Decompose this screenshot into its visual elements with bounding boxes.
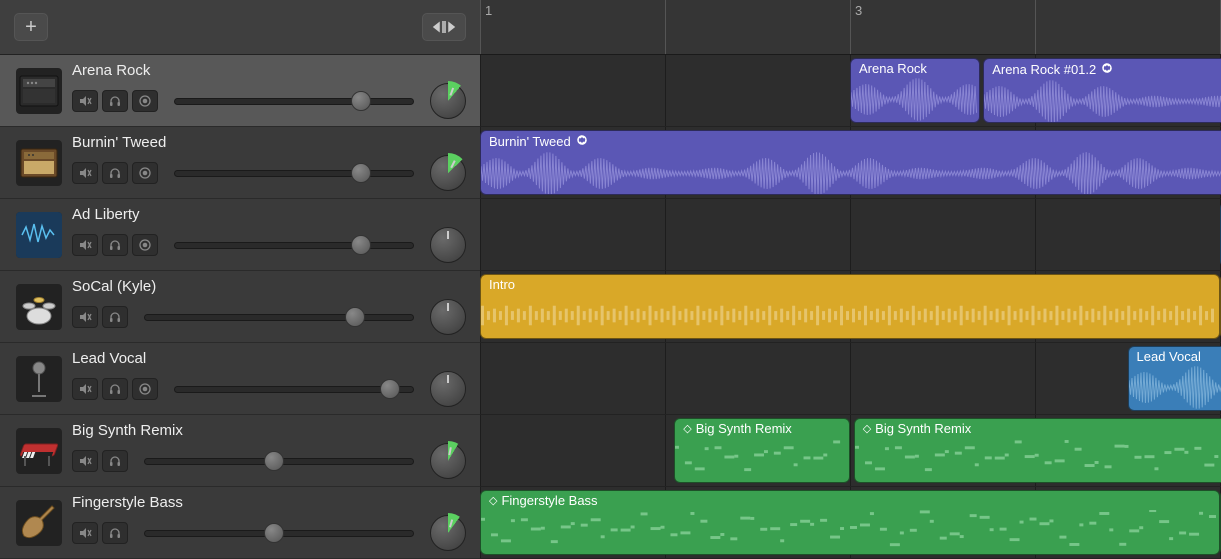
mute-button[interactable]: [72, 306, 98, 328]
track-name: Arena Rock: [72, 62, 466, 79]
region[interactable]: Intro: [480, 274, 1220, 339]
region-header: Arena Rock: [851, 59, 979, 78]
region-label: Arena Rock #01.2: [992, 62, 1096, 77]
region-header: ◇Fingerstyle Bass: [481, 491, 1219, 510]
timeline-row[interactable]: ◇Fingerstyle Bass◇Fingerstyle Bass: [480, 487, 1221, 559]
solo-button[interactable]: [102, 90, 128, 112]
track-header[interactable]: Burnin' Tweed: [0, 127, 480, 199]
track-header[interactable]: Ad Liberty: [0, 199, 480, 271]
solo-button[interactable]: [102, 234, 128, 256]
mute-button[interactable]: [72, 90, 98, 112]
record-enable-button[interactable]: [132, 378, 158, 400]
track-name: Burnin' Tweed: [72, 134, 466, 151]
region-header: Lead Vocal: [1129, 347, 1221, 366]
region[interactable]: Lead Vocal: [1128, 346, 1221, 411]
region-header: ◇Big Synth Remix: [675, 419, 849, 438]
track-icon: [16, 212, 62, 258]
track-header[interactable]: Fingerstyle Bass: [0, 487, 480, 559]
region[interactable]: ◇Big Synth Remix: [674, 418, 850, 483]
region-header: Burnin' Tweed: [481, 131, 1221, 152]
record-enable-button[interactable]: [132, 162, 158, 184]
timeline-row[interactable]: ◇Big Synth Remix ◇Big Synth Remix: [480, 415, 1221, 487]
region-header: ◇Big Synth Remix: [855, 419, 1221, 438]
timeline-row[interactable]: 3Ad Liberty: Toma 3 (3 tomas): [480, 199, 1221, 271]
track-header[interactable]: Big Synth Remix: [0, 415, 480, 487]
track-name: Lead Vocal: [72, 350, 466, 367]
region-header: Arena Rock #01.2: [984, 59, 1221, 80]
region[interactable]: Burnin' Tweed: [480, 130, 1221, 195]
region-label: Fingerstyle Bass: [501, 493, 597, 508]
track-name: SoCal (Kyle): [72, 278, 466, 295]
timeline[interactable]: 1357 Arena RockArena Rock #01.2Burnin' T…: [480, 0, 1221, 559]
pan-knob[interactable]: [430, 155, 466, 191]
volume-slider[interactable]: [174, 91, 414, 111]
timeline-row[interactable]: Burnin' Tweed: [480, 127, 1221, 199]
track-header[interactable]: SoCal (Kyle): [0, 271, 480, 343]
region-header: Intro: [481, 275, 1219, 294]
pan-knob[interactable]: [430, 371, 466, 407]
region-label: Lead Vocal: [1137, 349, 1201, 364]
horizontal-zoom-button[interactable]: [422, 13, 466, 41]
record-enable-button[interactable]: [132, 234, 158, 256]
solo-button[interactable]: [102, 306, 128, 328]
toolbar: +: [0, 0, 480, 55]
track-icon: [16, 68, 62, 114]
volume-slider[interactable]: [174, 163, 414, 183]
track-name: Ad Liberty: [72, 206, 466, 223]
region-label: Intro: [489, 277, 515, 292]
ruler[interactable]: 1357: [480, 0, 1221, 55]
volume-slider[interactable]: [144, 523, 414, 543]
track-icon: [16, 500, 62, 546]
mute-button[interactable]: [72, 162, 98, 184]
volume-slider[interactable]: [144, 451, 414, 471]
track-name: Fingerstyle Bass: [72, 494, 466, 511]
solo-button[interactable]: [102, 378, 128, 400]
region-label: Big Synth Remix: [875, 421, 971, 436]
region-label: Burnin' Tweed: [489, 134, 571, 149]
timeline-row[interactable]: Lead VocalLead: [480, 343, 1221, 415]
volume-slider[interactable]: [144, 307, 414, 327]
region-label: Arena Rock: [859, 61, 927, 76]
volume-slider[interactable]: [174, 235, 414, 255]
region[interactable]: Arena Rock: [850, 58, 980, 123]
solo-button[interactable]: [102, 162, 128, 184]
track-icon: [16, 140, 62, 186]
pan-knob[interactable]: [430, 443, 466, 479]
region[interactable]: Arena Rock #01.2: [983, 58, 1221, 123]
track-icon: [16, 428, 62, 474]
track-icon: [16, 356, 62, 402]
loop-icon: [575, 133, 589, 150]
timeline-row[interactable]: Arena Rock Arena Rock #01.2: [480, 55, 1221, 127]
pan-knob[interactable]: [430, 83, 466, 119]
track-header[interactable]: Arena Rock: [0, 55, 480, 127]
pan-knob[interactable]: [430, 515, 466, 551]
track-panel: + Arena Rock Burnin' Tweed Ad Liberty SoCal…: [0, 0, 480, 559]
region-label: Big Synth Remix: [696, 421, 792, 436]
add-track-button[interactable]: +: [14, 13, 48, 41]
solo-button[interactable]: [102, 522, 128, 544]
mute-button[interactable]: [72, 450, 98, 472]
timeline-row[interactable]: IntroCoro: [480, 271, 1221, 343]
pan-knob[interactable]: [430, 227, 466, 263]
pan-knob[interactable]: [430, 299, 466, 335]
region[interactable]: ◇Big Synth Remix: [854, 418, 1221, 483]
mute-button[interactable]: [72, 234, 98, 256]
track-name: Big Synth Remix: [72, 422, 466, 439]
mute-button[interactable]: [72, 522, 98, 544]
mute-button[interactable]: [72, 378, 98, 400]
loop-icon: [1100, 61, 1114, 78]
ruler-bar-number: 3: [855, 0, 862, 18]
track-icon: [16, 284, 62, 330]
region[interactable]: ◇Fingerstyle Bass: [480, 490, 1220, 555]
record-enable-button[interactable]: [132, 90, 158, 112]
solo-button[interactable]: [102, 450, 128, 472]
track-header[interactable]: Lead Vocal: [0, 343, 480, 415]
ruler-bar-number: 1: [485, 0, 492, 18]
volume-slider[interactable]: [174, 379, 414, 399]
